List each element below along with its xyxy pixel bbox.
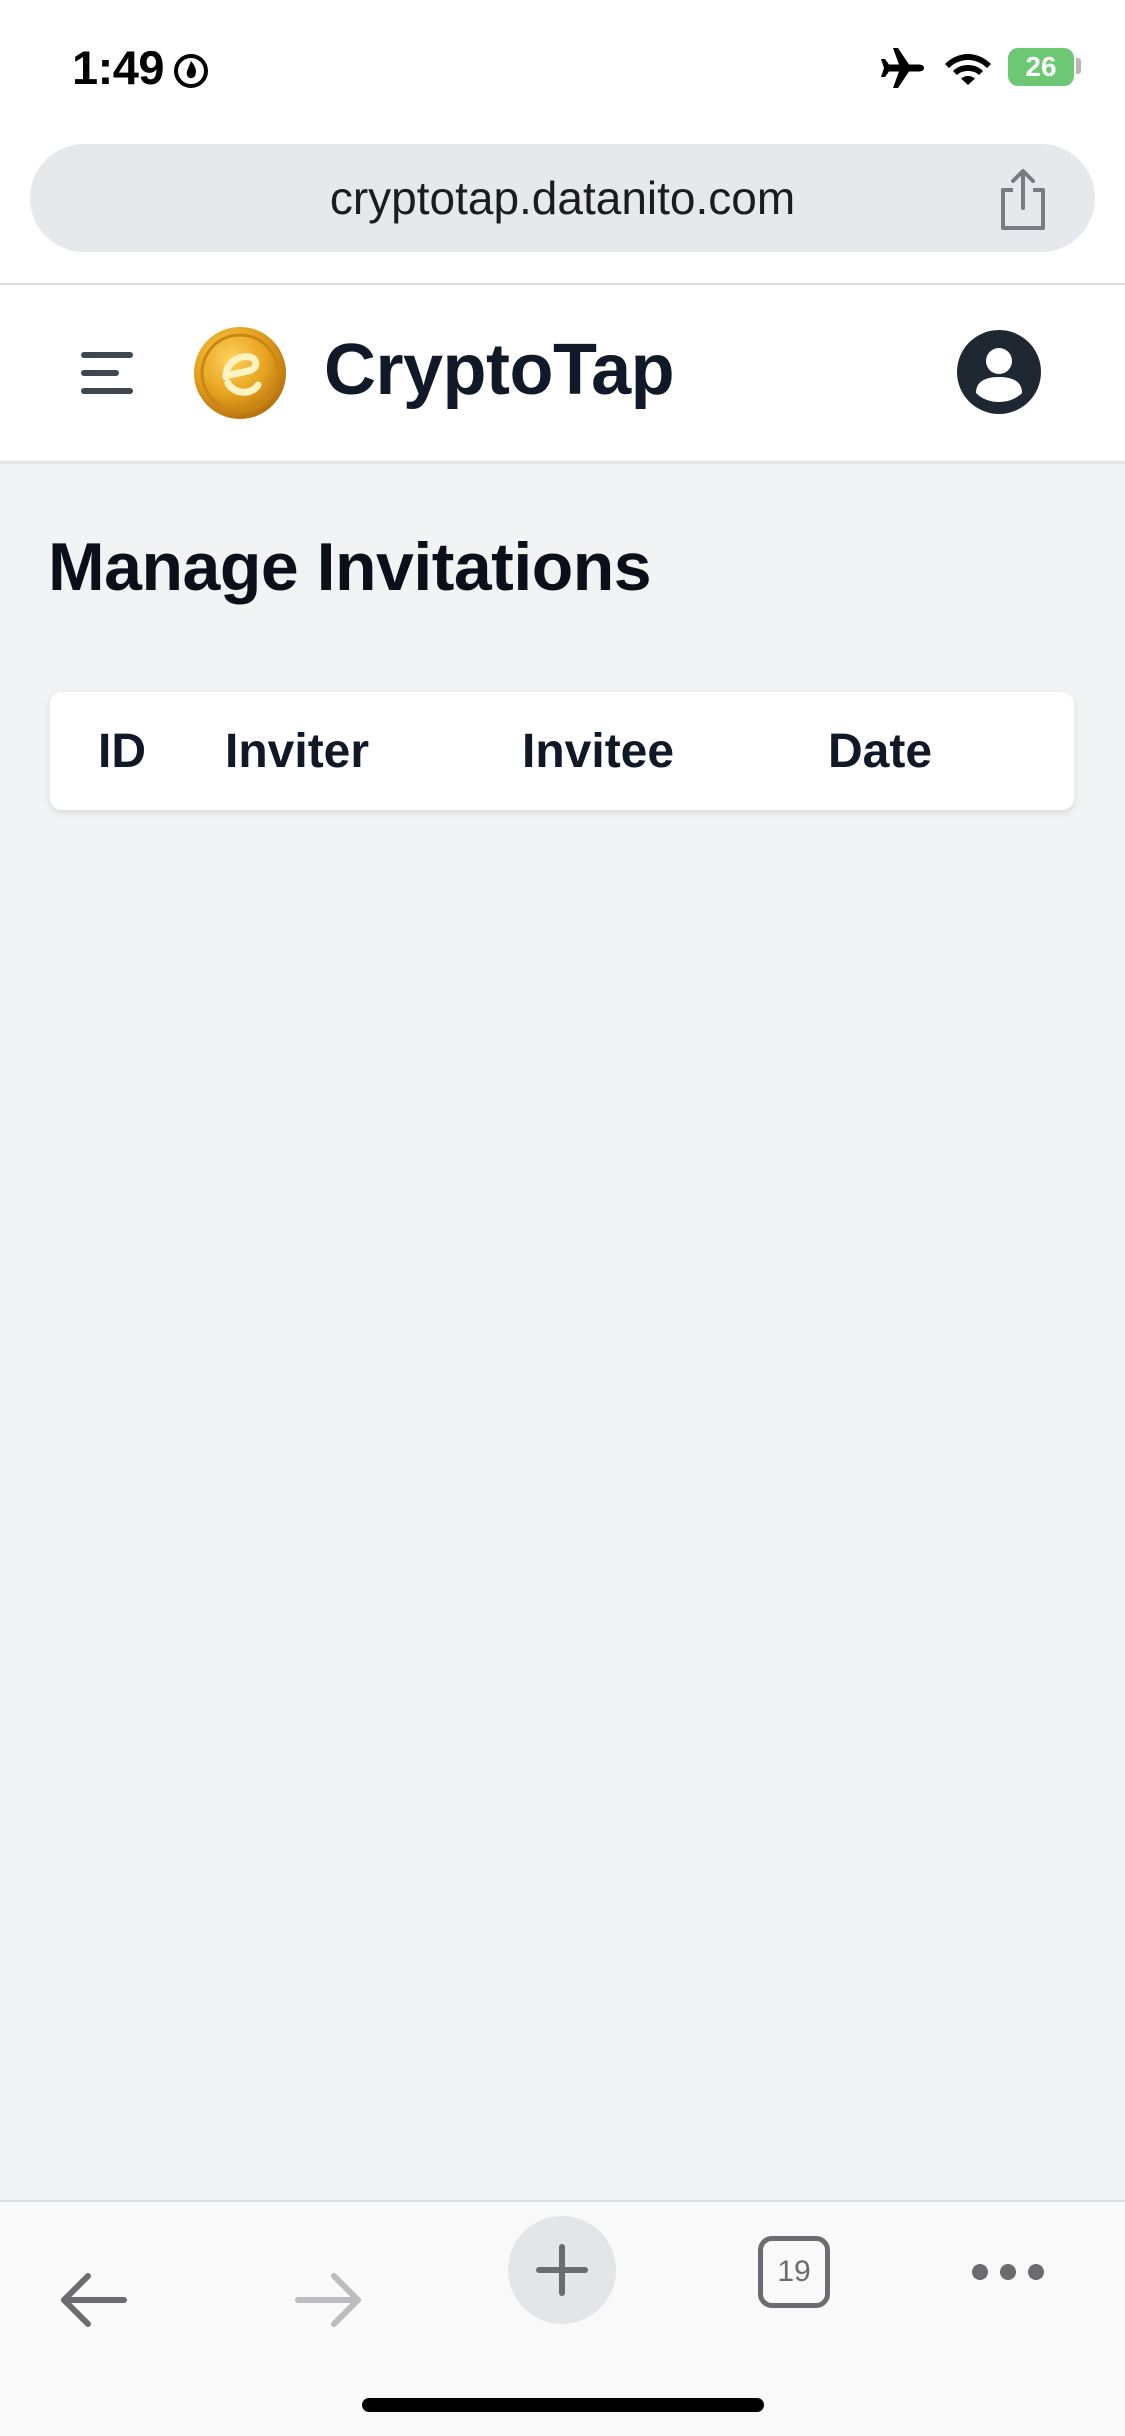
status-time: 1:49 [72, 41, 165, 94]
column-header-id: ID [98, 724, 146, 778]
tabs-button[interactable]: 19 [758, 2236, 830, 2308]
browser-toolbar: 19 [0, 2200, 1125, 2436]
airplane-icon [881, 48, 924, 88]
back-arrow-icon[interactable] [58, 2272, 130, 2328]
invitations-table: ID Inviter Invitee Date [50, 692, 1074, 810]
table-header-row: ID Inviter Invitee Date [50, 692, 1074, 810]
battery-cap [1076, 58, 1081, 74]
browser-url-area: cryptotap.datanito.com [0, 135, 1125, 285]
plus-icon [536, 2244, 588, 2296]
hamburger-menu-icon[interactable] [80, 347, 136, 399]
address-bar[interactable]: cryptotap.datanito.com [30, 144, 1095, 252]
column-header-inviter: Inviter [225, 724, 370, 778]
brand-name[interactable]: CryptoTap [324, 329, 675, 411]
battery-level: 26 [1025, 51, 1057, 82]
user-avatar-icon[interactable] [956, 329, 1042, 415]
app-header: CryptoTap [0, 285, 1125, 464]
cryptotap-coin-logo[interactable] [192, 325, 288, 421]
page-title: Manage Invitations [48, 529, 652, 605]
url-text: cryptotap.datanito.com [329, 172, 796, 224]
column-header-date: Date [828, 724, 933, 778]
new-tab-button[interactable] [508, 2216, 616, 2324]
more-icon[interactable] [970, 2262, 1046, 2282]
column-header-invitee: Invitee [522, 724, 675, 778]
tabs-count: 19 [777, 2255, 811, 2288]
home-indicator [362, 2398, 764, 2412]
screen: 1:49 26 cryptotap.datanito.com CryptoTap… [0, 0, 1125, 2436]
focus-icon [174, 54, 208, 88]
forward-arrow-icon[interactable] [292, 2272, 364, 2328]
status-bar: 1:49 26 [0, 0, 1125, 135]
wifi-icon [945, 54, 991, 85]
share-icon[interactable] [995, 168, 1051, 232]
